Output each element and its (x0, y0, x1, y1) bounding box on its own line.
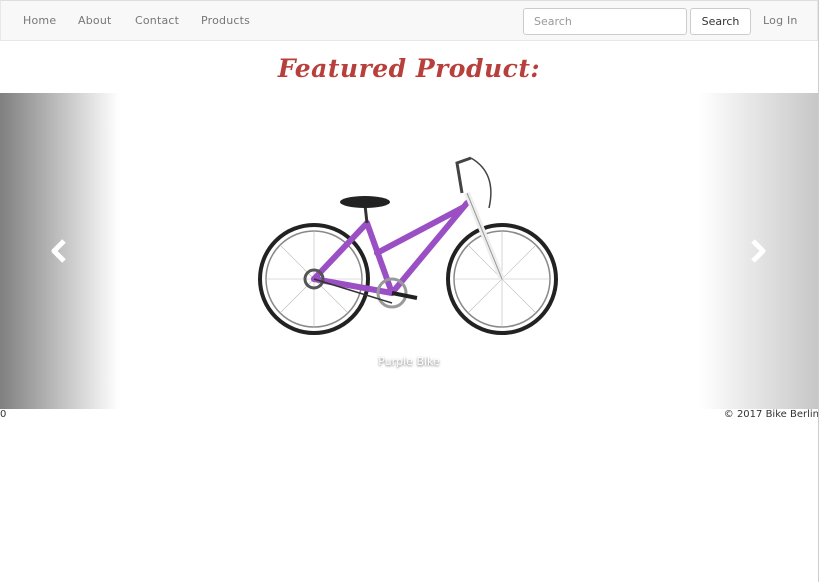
nav-link-home[interactable]: Home (23, 14, 56, 27)
nav-link-about[interactable]: About (78, 14, 112, 27)
footer-left-text: 0 (0, 409, 7, 420)
nav-link-contact[interactable]: Contact (135, 14, 179, 27)
product-carousel: Purple Bike (0, 93, 818, 409)
page-title: Featured Product: (277, 54, 541, 83)
chevron-right-icon (751, 239, 766, 263)
login-link[interactable]: Log In (763, 14, 798, 27)
top-navbar: Home About Contact Products Search Log I… (0, 0, 818, 41)
footer-copyright: © 2017 Bike Berlin (723, 409, 819, 420)
search-input[interactable] (523, 8, 687, 35)
search-button[interactable]: Search (690, 8, 751, 35)
nav-link-products[interactable]: Products (201, 14, 250, 27)
chevron-left-icon (51, 239, 66, 263)
carousel-caption: Purple Bike (378, 355, 440, 368)
bike-image (258, 156, 558, 335)
